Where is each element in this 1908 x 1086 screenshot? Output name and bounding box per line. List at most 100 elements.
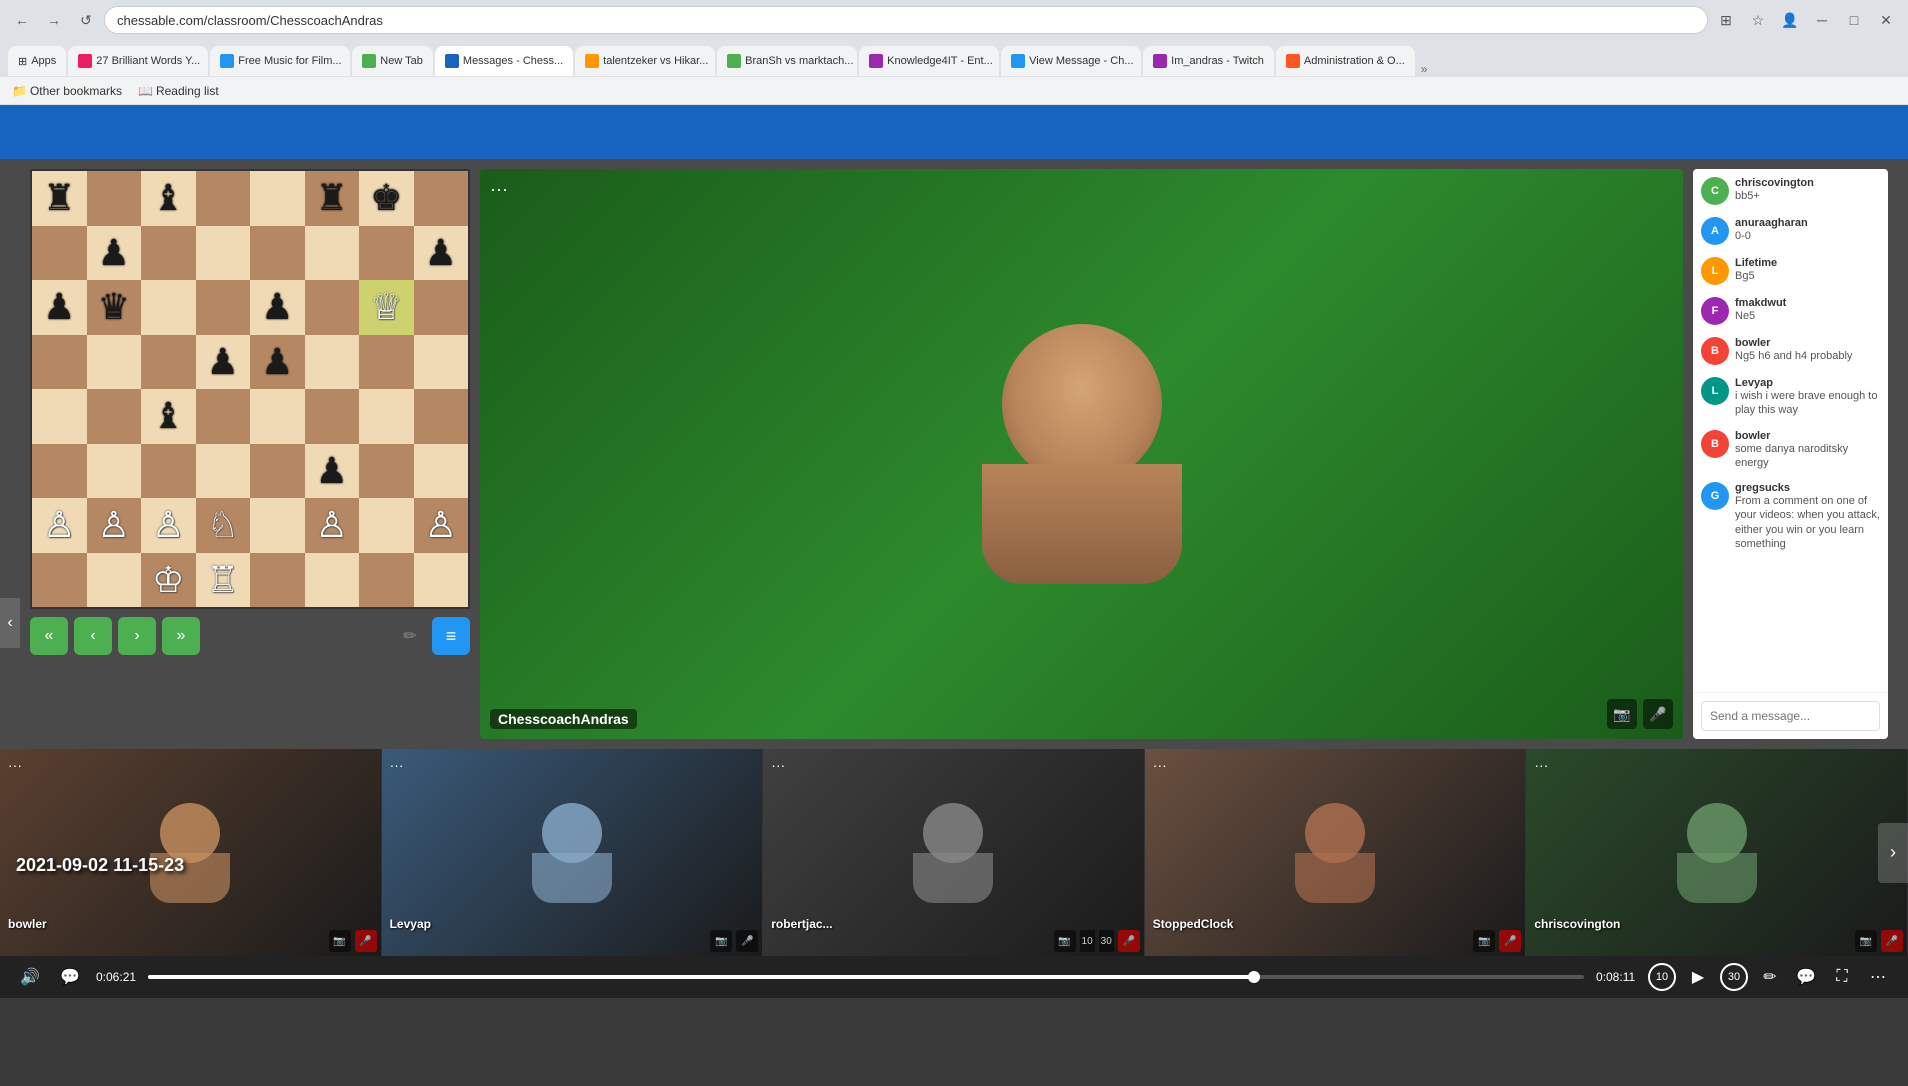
chess-square-4-3[interactable] [196, 389, 251, 444]
reload-button[interactable]: ↺ [72, 6, 100, 34]
chess-square-5-5[interactable]: ♟ [305, 444, 360, 499]
chess-square-5-2[interactable] [141, 444, 196, 499]
video-camera-button[interactable]: 📷 [1607, 699, 1637, 729]
participant-options-1[interactable]: ··· [390, 757, 404, 773]
chess-square-0-6[interactable]: ♚ [359, 171, 414, 226]
chess-menu-button[interactable]: ≡ [432, 617, 470, 655]
more-options-button[interactable]: ⋯ [1864, 963, 1892, 991]
tab-0[interactable]: 27 Brilliant Words Y... [68, 46, 208, 76]
participant-video-btn-0[interactable]: 📷 [329, 930, 351, 952]
expand-button[interactable]: ⛶ [1828, 963, 1856, 991]
chess-square-1-7[interactable]: ♟ [414, 226, 469, 281]
skip-back-button[interactable]: 10 [1648, 963, 1676, 991]
tab-4[interactable]: talentzeker vs Hikar... [575, 46, 715, 76]
chess-square-7-2[interactable]: ♔ [141, 553, 196, 608]
tab-8[interactable]: Im_andras - Twitch [1143, 46, 1274, 76]
more-tabs-button[interactable]: » [1421, 62, 1428, 76]
tab-3[interactable]: Messages - Chess... [435, 46, 573, 76]
chess-square-2-1[interactable]: ♛ [87, 280, 142, 335]
bookmark-reading-list[interactable]: 📖 Reading list [134, 82, 223, 100]
minimize-button[interactable]: ─ [1808, 6, 1836, 34]
tab-6[interactable]: Knowledge4IT - Ent... [859, 46, 999, 76]
chess-square-2-5[interactable] [305, 280, 360, 335]
chess-square-3-3[interactable]: ♟ [196, 335, 251, 390]
tab-7[interactable]: View Message - Ch... [1001, 46, 1141, 76]
chess-square-0-2[interactable]: ♝ [141, 171, 196, 226]
participant-options-0[interactable]: ··· [8, 757, 22, 773]
sidebar-left-arrow[interactable]: ‹ [0, 598, 20, 648]
tab-1[interactable]: Free Music for Film... [210, 46, 350, 76]
chess-square-1-4[interactable] [250, 226, 305, 281]
tab-9[interactable]: Administration & O... [1276, 46, 1415, 76]
chess-square-6-6[interactable] [359, 498, 414, 553]
chess-square-4-4[interactable] [250, 389, 305, 444]
participant-audio-btn-3[interactable]: 🎤 [1499, 930, 1521, 952]
chess-square-4-7[interactable] [414, 389, 469, 444]
chess-square-1-5[interactable] [305, 226, 360, 281]
chess-square-1-0[interactable] [32, 226, 87, 281]
chess-square-6-5[interactable]: ♙ [305, 498, 360, 553]
chess-edit-button[interactable]: ✏ [394, 620, 426, 652]
chess-square-1-3[interactable] [196, 226, 251, 281]
chess-square-0-3[interactable] [196, 171, 251, 226]
chess-square-5-4[interactable] [250, 444, 305, 499]
chess-square-6-1[interactable]: ♙ [87, 498, 142, 553]
skip-forward-button[interactable]: 30 [1720, 963, 1748, 991]
chat-input[interactable] [1701, 701, 1880, 731]
chess-square-7-1[interactable] [87, 553, 142, 608]
participant-audio-btn-0[interactable]: 🎤 [355, 930, 377, 952]
chess-square-2-0[interactable]: ♟ [32, 280, 87, 335]
chess-square-1-1[interactable]: ♟ [87, 226, 142, 281]
participant-audio-btn-2[interactable]: 🎤 [1118, 930, 1140, 952]
participants-next-button[interactable]: › [1878, 823, 1908, 883]
participant-audio-btn-4[interactable]: 🎤 [1881, 930, 1903, 952]
participant-options-3[interactable]: ··· [1153, 757, 1167, 773]
chess-square-6-3[interactable]: ♘ [196, 498, 251, 553]
tab-apps[interactable]: ⊞ Apps [8, 46, 66, 76]
video-mic-button[interactable]: 🎤 [1643, 699, 1673, 729]
chess-square-4-2[interactable]: ♝ [141, 389, 196, 444]
chess-square-5-1[interactable] [87, 444, 142, 499]
chess-square-2-6[interactable]: ♕ [359, 280, 414, 335]
chess-square-1-2[interactable] [141, 226, 196, 281]
chess-square-6-7[interactable]: ♙ [414, 498, 469, 553]
chess-square-4-1[interactable] [87, 389, 142, 444]
edit-button[interactable]: ✏ [1756, 963, 1784, 991]
chess-square-4-5[interactable] [305, 389, 360, 444]
participant-options-2[interactable]: ··· [771, 757, 785, 773]
participant-video-btn-2[interactable]: 📷 [1054, 930, 1076, 952]
chess-square-5-0[interactable] [32, 444, 87, 499]
chess-square-7-6[interactable] [359, 553, 414, 608]
chess-square-2-7[interactable] [414, 280, 469, 335]
chess-square-3-7[interactable] [414, 335, 469, 390]
progress-track[interactable] [148, 975, 1584, 979]
chess-square-6-4[interactable] [250, 498, 305, 553]
chess-square-5-6[interactable] [359, 444, 414, 499]
extensions-button[interactable]: ⊞ [1712, 6, 1740, 34]
forward-button[interactable]: → [40, 6, 68, 34]
chess-square-6-2[interactable]: ♙ [141, 498, 196, 553]
address-bar[interactable]: chessable.com/classroom/ChesscoachAndras [104, 6, 1708, 34]
chess-square-0-0[interactable]: ♜ [32, 171, 87, 226]
chess-square-4-0[interactable] [32, 389, 87, 444]
profile-button[interactable]: 👤 [1776, 6, 1804, 34]
chess-square-7-4[interactable] [250, 553, 305, 608]
bookmark-button[interactable]: ☆ [1744, 6, 1772, 34]
chess-square-5-3[interactable] [196, 444, 251, 499]
chess-board[interactable]: ♜♝♜♚♟♟♟♛♟♕♟♟♝♟♙♙♙♘♙♙♔♖ [30, 169, 470, 609]
chess-square-3-2[interactable] [141, 335, 196, 390]
chess-square-3-4[interactable]: ♟ [250, 335, 305, 390]
chess-prev-button[interactable]: ‹ [74, 617, 112, 655]
participant-video-btn-4[interactable]: 📷 [1855, 930, 1877, 952]
participant-options-4[interactable]: ··· [1534, 757, 1548, 773]
chess-square-7-0[interactable] [32, 553, 87, 608]
chess-square-6-0[interactable]: ♙ [32, 498, 87, 553]
chess-last-button[interactable]: » [162, 617, 200, 655]
chess-square-5-7[interactable] [414, 444, 469, 499]
captions-button[interactable]: 💬 [56, 963, 84, 991]
chess-square-2-3[interactable] [196, 280, 251, 335]
bookmark-other[interactable]: 📁 Other bookmarks [8, 82, 126, 100]
back-button[interactable]: ← [8, 6, 36, 34]
chess-square-2-2[interactable] [141, 280, 196, 335]
chess-square-0-1[interactable] [87, 171, 142, 226]
